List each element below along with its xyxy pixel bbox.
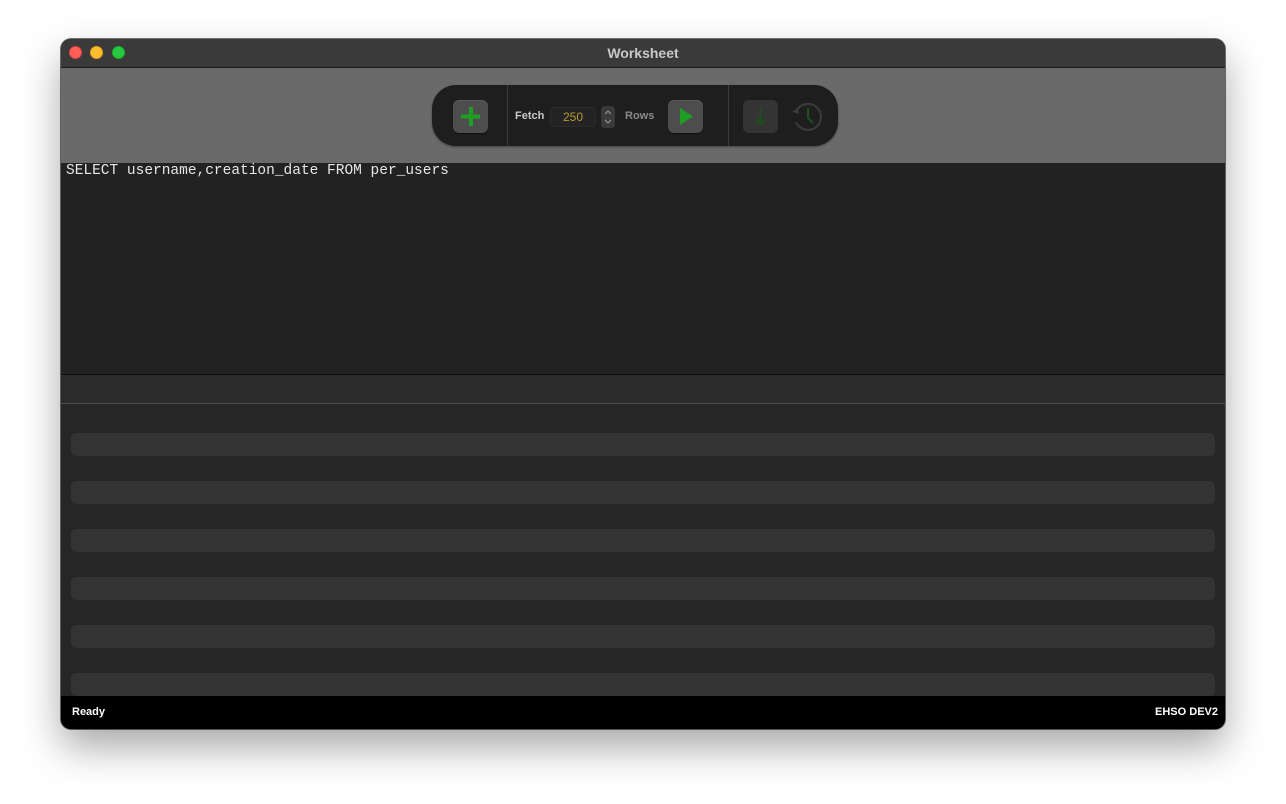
history-clock-icon: [792, 102, 823, 132]
history-button[interactable]: [787, 98, 825, 136]
toolbar: Fetch 250 Rows: [432, 85, 838, 146]
sql-editor[interactable]: SELECT username,creation_date FROM per_u…: [61, 163, 1225, 375]
toolbar-divider: [507, 85, 508, 146]
download-arrow-icon: [754, 108, 767, 127]
export-button[interactable]: [743, 100, 778, 133]
stepper-arrows-icon: [604, 110, 612, 124]
worksheet-window: Worksheet Fetch 250 Rows SELECT username…: [61, 39, 1225, 729]
play-icon: [680, 108, 693, 125]
status-bar: Ready EHSO DEV2: [61, 696, 1225, 729]
rows-label: Rows: [625, 110, 655, 122]
toolbar-area: Fetch 250 Rows: [61, 68, 1225, 163]
add-button[interactable]: [453, 100, 488, 133]
plus-icon: [461, 107, 480, 126]
toolbar-divider: [728, 85, 729, 146]
placeholder-row: [71, 529, 1215, 552]
title-bar[interactable]: Worksheet: [61, 39, 1225, 68]
placeholder-row: [71, 673, 1215, 696]
fetch-rows-input[interactable]: 250: [550, 107, 596, 127]
window-title: Worksheet: [607, 45, 679, 61]
run-query-button[interactable]: [668, 100, 703, 133]
status-text: Ready: [72, 706, 106, 718]
connection-name: EHSO DEV2: [1155, 706, 1218, 718]
sql-query-text[interactable]: SELECT username,creation_date FROM per_u…: [66, 163, 449, 179]
placeholder-row: [71, 481, 1215, 504]
placeholder-row: [71, 577, 1215, 600]
placeholder-row: [71, 625, 1215, 648]
fetch-rows-stepper[interactable]: [601, 106, 615, 128]
results-grid[interactable]: [61, 404, 1225, 696]
placeholder-row: [71, 433, 1215, 456]
fetch-label: Fetch: [515, 110, 545, 122]
results-header: [61, 375, 1225, 404]
